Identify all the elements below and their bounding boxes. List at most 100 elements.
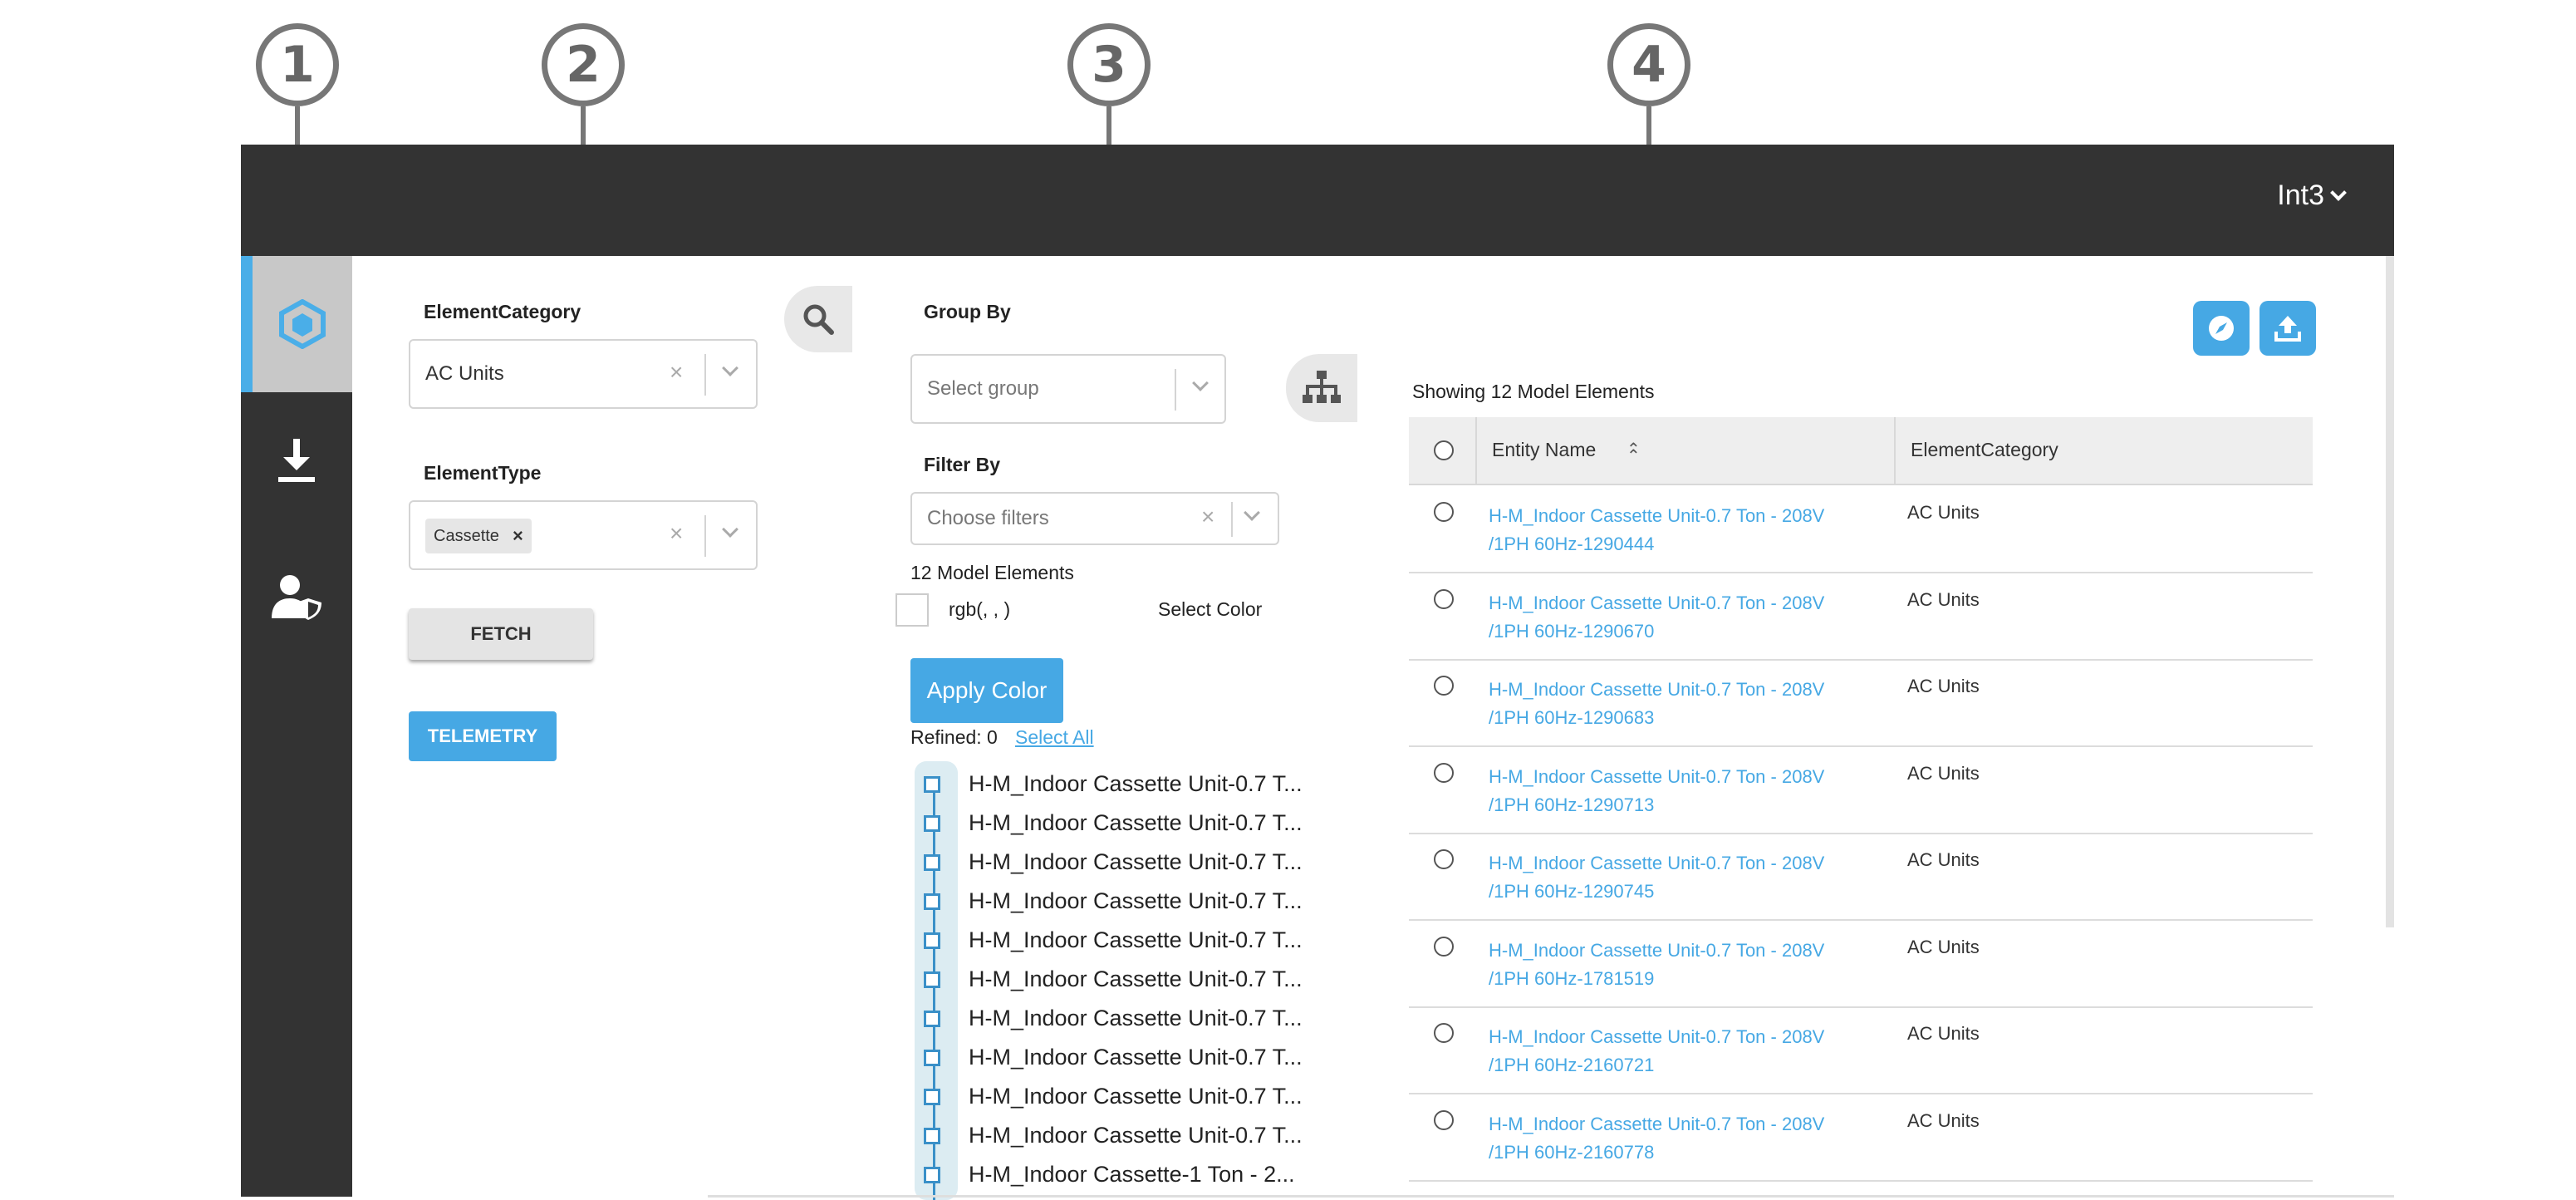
element-type-label: ElementType	[424, 462, 542, 484]
entity-name-line1: H-M_Indoor Cassette Unit-0.7 Ton - 208V	[1489, 1026, 1825, 1047]
scrollbar[interactable]	[2386, 256, 2394, 927]
element-category-label: ElementCategory	[424, 301, 581, 322]
group-by-select[interactable]: Select group	[910, 354, 1226, 424]
tree-checkbox[interactable]	[924, 776, 940, 793]
nav-user-admin[interactable]	[241, 529, 352, 665]
tree-checkbox[interactable]	[924, 1128, 940, 1144]
callout-4: 4	[1607, 23, 1690, 106]
tree-item[interactable]: H-M_Indoor Cassette Unit-0.7 T...	[914, 807, 1379, 840]
user-menu[interactable]: Int3	[2277, 180, 2347, 212]
entity-name-link[interactable]: H-M_Indoor Cassette Unit-0.7 Ton - 208V /…	[1489, 937, 1879, 993]
tree-item[interactable]: H-M_Indoor Cassette Unit-0.7 T...	[914, 924, 1379, 957]
filter-placeholder: Choose filters	[927, 507, 1049, 529]
row-radio[interactable]	[1434, 1109, 1454, 1130]
telemetry-button[interactable]: TELEMETRY	[409, 711, 557, 761]
apply-color-button[interactable]: Apply Color	[910, 658, 1063, 723]
entity-name-line2: /1PH 60Hz-2160721	[1489, 1055, 1655, 1075]
chevron-down-icon[interactable]	[1244, 504, 1260, 521]
element-type-tag: Cassette ×	[425, 519, 532, 553]
select-all-radio[interactable]	[1434, 440, 1454, 460]
entity-name-link[interactable]: H-M_Indoor Cassette Unit-0.7 Ton - 208V /…	[1489, 1110, 1879, 1167]
tree-checkbox[interactable]	[924, 971, 940, 988]
hierarchy-button[interactable]	[1286, 354, 1357, 422]
table-row[interactable]: H-M_Indoor Cassette Unit-0.7 Ton - 208V /…	[1409, 574, 2313, 661]
tree-item-label: H-M_Indoor Cassette Unit-0.7 T...	[969, 810, 1303, 835]
chevron-down-icon[interactable]	[722, 360, 738, 376]
tag-remove-icon[interactable]: ×	[513, 525, 523, 547]
table-row[interactable]: H-M_Indoor Cassette Unit-0.7 Ton - 208V /…	[1409, 748, 2313, 834]
tree-item[interactable]: H-M_Indoor Cassette Unit-0.7 T...	[914, 885, 1379, 918]
select-color-label[interactable]: Select Color	[1158, 598, 1262, 621]
clear-icon[interactable]: ×	[670, 359, 683, 386]
download-icon	[278, 439, 315, 482]
element-category-cell: AC Units	[1907, 588, 1980, 610]
nav-model-elements[interactable]	[241, 256, 352, 392]
tree-checkbox[interactable]	[924, 893, 940, 910]
callout-2: 2	[542, 23, 625, 106]
user-name: Int3	[2277, 180, 2324, 211]
tree-checkbox[interactable]	[924, 854, 940, 871]
tree-checkbox[interactable]	[924, 1167, 940, 1183]
nav-download[interactable]	[241, 392, 352, 529]
tree-item[interactable]: H-M_Indoor Cassette Unit-0.7 T...	[914, 1080, 1379, 1114]
row-radio[interactable]	[1434, 936, 1454, 957]
tree-item-label: H-M_Indoor Cassette Unit-0.7 T...	[969, 966, 1303, 991]
clear-icon[interactable]: ×	[1201, 504, 1214, 530]
upload-button[interactable]	[2260, 301, 2316, 356]
tree-item[interactable]: H-M_Indoor Cassette Unit-0.7 T...	[914, 1041, 1379, 1075]
column-separator	[1894, 417, 1896, 485]
clear-icon[interactable]: ×	[670, 520, 683, 547]
entity-name-link[interactable]: H-M_Indoor Cassette Unit-0.7 Ton - 208V /…	[1489, 676, 1879, 732]
tree-item[interactable]: H-M_Indoor Cassette Unit-0.7 T...	[914, 768, 1379, 801]
table-row[interactable]: H-M_Indoor Cassette Unit-0.7 Ton - 208V /…	[1409, 1095, 2313, 1182]
tree-item[interactable]: H-M_Indoor Cassette Unit-0.7 T...	[914, 1002, 1379, 1035]
entity-name-header[interactable]: Entity Name	[1492, 439, 1596, 461]
color-swatch[interactable]	[895, 593, 929, 627]
tree-checkbox[interactable]	[924, 1011, 940, 1027]
entity-name-link[interactable]: H-M_Indoor Cassette Unit-0.7 Ton - 208V /…	[1489, 1023, 1879, 1080]
navigate-button[interactable]	[2193, 301, 2250, 356]
top-bar: Int3	[241, 145, 2394, 256]
row-radio[interactable]	[1434, 676, 1454, 696]
table-row[interactable]: H-M_Indoor Cassette Unit-0.7 Ton - 208V /…	[1409, 834, 2313, 921]
entity-name-line1: H-M_Indoor Cassette Unit-0.7 Ton - 208V	[1489, 1113, 1825, 1134]
element-category-select[interactable]: AC Units ×	[409, 339, 758, 409]
element-type-select[interactable]: Cassette × ×	[409, 500, 758, 570]
entity-name-line2: /1PH 60Hz-1290745	[1489, 881, 1655, 902]
tree-checkbox[interactable]	[924, 1089, 940, 1105]
table-row[interactable]: H-M_Indoor Cassette Unit-0.7 Ton - 208V /…	[1409, 922, 2313, 1008]
table-row[interactable]: H-M_Indoor Cassette Unit-0.7 Ton - 208V /…	[1409, 487, 2313, 573]
filter-by-label: Filter By	[924, 454, 1001, 475]
tree-item[interactable]: H-M_Indoor Cassette-1 Ton - 2...	[914, 1158, 1379, 1192]
entity-name-link[interactable]: H-M_Indoor Cassette Unit-0.7 Ton - 208V /…	[1489, 589, 1879, 646]
select-all-link[interactable]: Select All	[1015, 726, 1094, 749]
chevron-down-icon[interactable]	[722, 521, 738, 538]
table-row[interactable]: H-M_Indoor Cassette Unit-0.7 Ton - 208V /…	[1409, 1008, 2313, 1094]
row-radio[interactable]	[1434, 849, 1454, 869]
tree-checkbox[interactable]	[924, 815, 940, 832]
entity-name-link[interactable]: H-M_Indoor Cassette Unit-0.7 Ton - 208V /…	[1489, 502, 1879, 558]
element-category-header[interactable]: ElementCategory	[1911, 439, 2058, 461]
upload-icon	[2274, 316, 2301, 342]
compass-icon	[2209, 316, 2234, 341]
chevron-down-icon[interactable]	[1192, 375, 1209, 391]
tree-checkbox[interactable]	[924, 1050, 940, 1066]
row-radio[interactable]	[1434, 1023, 1454, 1043]
entity-name-link[interactable]: H-M_Indoor Cassette Unit-0.7 Ton - 208V /…	[1489, 849, 1879, 906]
select-separator	[704, 515, 706, 557]
tree-checkbox[interactable]	[924, 932, 940, 949]
row-radio[interactable]	[1434, 588, 1454, 609]
entity-name-link[interactable]: H-M_Indoor Cassette Unit-0.7 Ton - 208V /…	[1489, 763, 1879, 819]
search-button[interactable]	[784, 286, 852, 352]
tree-item[interactable]: H-M_Indoor Cassette Unit-0.7 T...	[914, 963, 1379, 996]
table-row[interactable]: H-M_Indoor Cassette Unit-0.7 Ton - 208V /…	[1409, 661, 2313, 747]
select-separator	[1231, 502, 1233, 537]
row-radio[interactable]	[1434, 502, 1454, 522]
filter-by-select[interactable]: Choose filters ×	[910, 492, 1279, 545]
table-header: Entity Name ⌃ ⌃ ElementCategory	[1409, 417, 2313, 485]
tree-item[interactable]: H-M_Indoor Cassette Unit-0.7 T...	[914, 846, 1379, 879]
model-cube-icon	[279, 299, 326, 349]
fetch-button[interactable]: FETCH	[409, 608, 593, 660]
tree-item[interactable]: H-M_Indoor Cassette Unit-0.7 T...	[914, 1119, 1379, 1153]
row-radio[interactable]	[1434, 762, 1454, 783]
